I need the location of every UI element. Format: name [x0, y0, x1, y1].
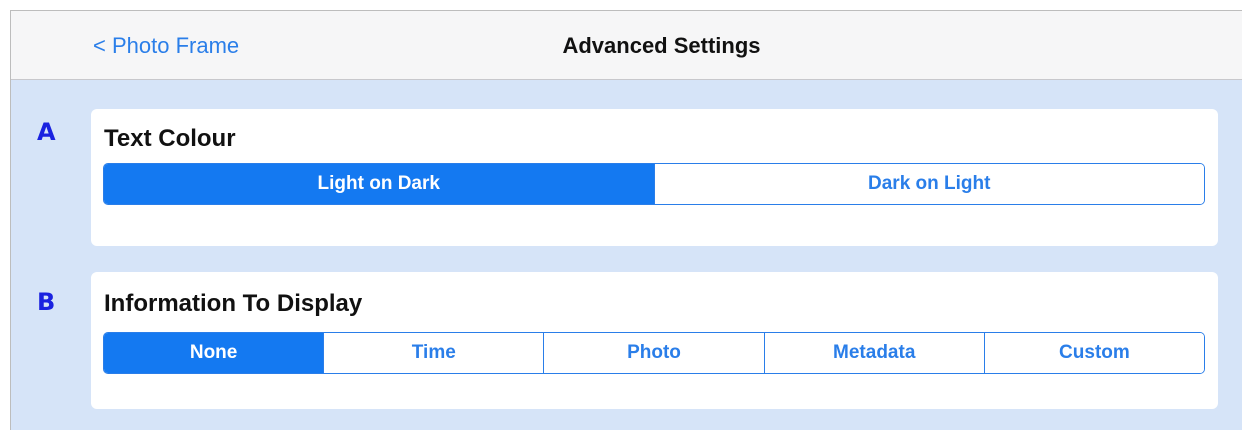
text-colour-card: Text Colour Light on Dark Dark on Light — [91, 109, 1218, 246]
segment-light-on-dark[interactable]: Light on Dark — [104, 164, 654, 204]
segment-dark-on-light[interactable]: Dark on Light — [653, 164, 1204, 204]
section-b-marker: B — [37, 288, 56, 316]
information-segmented-control: None Time Photo Metadata Custom — [103, 332, 1205, 374]
text-colour-segmented-control: Light on Dark Dark on Light — [103, 163, 1205, 205]
segment-metadata[interactable]: Metadata — [763, 333, 984, 373]
navigation-bar: < Photo Frame Advanced Settings — [11, 11, 1242, 80]
settings-screen: < Photo Frame Advanced Settings A Text C… — [10, 10, 1242, 430]
text-colour-title: Text Colour — [104, 125, 236, 152]
information-to-display-card: Information To Display None Time Photo M… — [91, 272, 1218, 409]
segment-time[interactable]: Time — [323, 333, 544, 373]
segment-custom[interactable]: Custom — [983, 333, 1204, 373]
information-to-display-title: Information To Display — [104, 290, 363, 317]
segment-none[interactable]: None — [104, 333, 324, 373]
section-a-marker: A — [37, 118, 56, 146]
segment-photo[interactable]: Photo — [543, 333, 764, 373]
page-title: Advanced Settings — [562, 33, 761, 58]
